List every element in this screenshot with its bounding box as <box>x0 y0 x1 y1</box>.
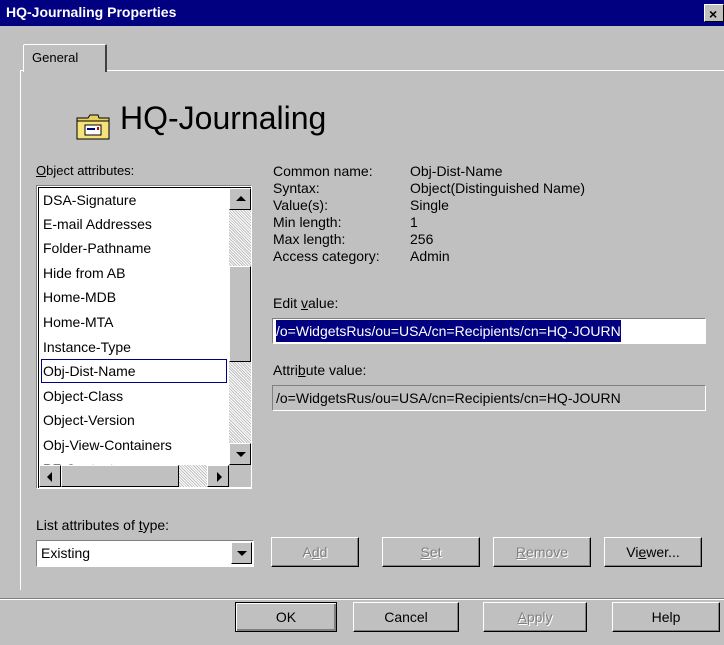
prop-key: Max length: <box>273 231 346 247</box>
tab-general-label: General <box>32 50 79 65</box>
arrow-up-icon <box>236 196 246 201</box>
add-button[interactable]: Add <box>271 537 359 567</box>
scrollbar-corner <box>229 465 251 487</box>
title-bar[interactable]: HQ-Journaling Properties × <box>0 0 724 26</box>
set-button[interactable]: Set <box>382 537 480 567</box>
list-type-select[interactable]: Existing <box>36 540 254 567</box>
vertical-scrollbar[interactable] <box>229 188 251 465</box>
arrow-left-icon <box>47 472 52 482</box>
window-title: HQ-Journaling Properties <box>6 4 177 20</box>
prop-key: Access category: <box>273 248 380 264</box>
apply-button[interactable]: Apply <box>483 602 587 632</box>
prop-key: Min length: <box>273 214 342 230</box>
list-item[interactable]: Instance-Type <box>41 335 227 359</box>
list-item[interactable]: Home-MTA <box>41 310 227 334</box>
separator <box>0 598 724 600</box>
list-item[interactable]: Obj-View-Containers <box>41 433 227 457</box>
properties-dialog: HQ-Journaling Properties × General HQ-Jo… <box>0 0 724 645</box>
prop-key: Value(s): <box>273 197 328 213</box>
edit-value-text[interactable]: /o=WidgetsRus/ou=USA/cn=Recipients/cn=HQ… <box>276 320 621 342</box>
list-item[interactable]: Home-MDB <box>41 285 227 309</box>
list-item[interactable]: DSA-Signature <box>41 188 227 212</box>
list-type-value: Existing <box>41 545 91 561</box>
mailbox-folder-icon <box>76 114 110 140</box>
list-item[interactable]: Object-Class <box>41 384 227 408</box>
prop-key: Common name: <box>273 163 373 179</box>
cancel-button[interactable]: Cancel <box>353 602 459 632</box>
close-button[interactable]: × <box>704 4 724 22</box>
prop-value: Single <box>410 197 449 213</box>
list-item[interactable]: Object-Version <box>41 408 227 432</box>
scroll-left-button[interactable] <box>39 465 61 487</box>
help-button[interactable]: Help <box>612 602 720 632</box>
prop-value: Object(Distinguished Name) <box>410 180 586 196</box>
dropdown-button[interactable] <box>231 542 252 564</box>
attribute-value-label: Attribute value: <box>273 362 367 378</box>
list-item[interactable]: Hide from AB <box>41 261 227 285</box>
prop-value: Admin <box>410 248 450 264</box>
prop-value: Obj-Dist-Name <box>410 163 503 179</box>
prop-value: 1 <box>410 214 418 230</box>
horizontal-scroll-thumb[interactable] <box>61 465 179 487</box>
scroll-up-button[interactable] <box>229 188 251 210</box>
ok-button[interactable]: OK <box>235 602 337 632</box>
arrow-right-icon <box>217 472 222 482</box>
prop-key: Syntax: <box>273 180 320 196</box>
arrow-down-icon <box>236 452 246 457</box>
remove-button[interactable]: Remove <box>493 537 591 567</box>
edit-value-label: Edit value: <box>273 295 339 311</box>
chevron-down-icon <box>237 551 247 556</box>
attribute-value-text: /o=WidgetsRus/ou=USA/cn=Recipients/cn=HQ… <box>276 390 621 406</box>
list-type-label: List attributes of type: <box>36 517 170 533</box>
object-attributes-list[interactable]: DSA-Signature E-mail Addresses Folder-Pa… <box>36 185 252 489</box>
list-item-selected[interactable]: Obj-Dist-Name <box>41 359 227 383</box>
edit-value-field[interactable]: /o=WidgetsRus/ou=USA/cn=Recipients/cn=HQ… <box>272 318 706 344</box>
scroll-down-button[interactable] <box>229 443 251 465</box>
viewer-button[interactable]: Viewer... <box>604 537 702 567</box>
attribute-value-field: /o=WidgetsRus/ou=USA/cn=Recipients/cn=HQ… <box>272 385 706 411</box>
object-attributes-label: Object attributes: <box>36 163 135 178</box>
list-item[interactable]: E-mail Addresses <box>41 212 227 236</box>
page-title: HQ-Journaling <box>120 100 327 136</box>
vertical-scroll-thumb[interactable] <box>229 266 251 362</box>
horizontal-scrollbar[interactable] <box>39 465 229 487</box>
prop-value: 256 <box>410 231 434 247</box>
list-item[interactable]: Folder-Pathname <box>41 236 227 260</box>
tab-general[interactable]: General <box>23 44 107 72</box>
scroll-right-button[interactable] <box>207 465 229 487</box>
